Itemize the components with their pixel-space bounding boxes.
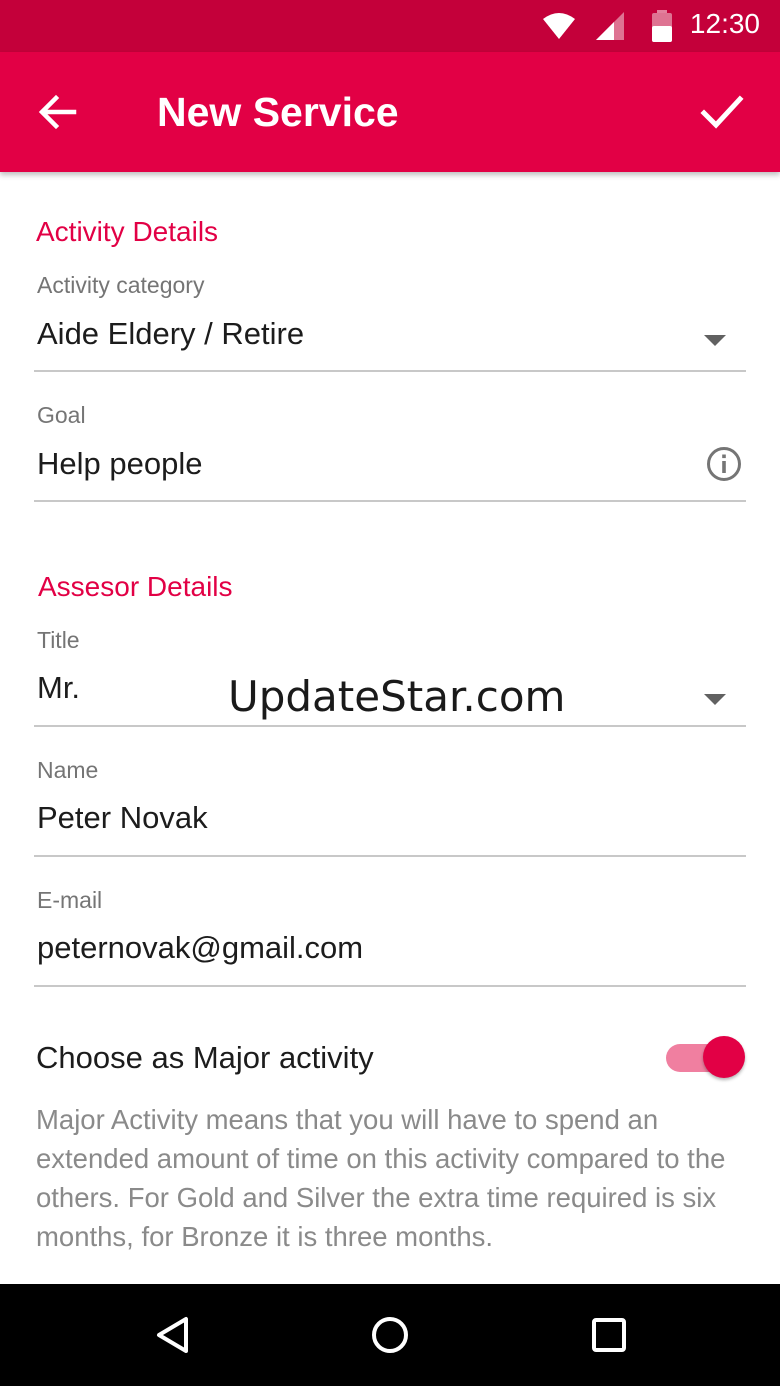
major-activity-label: Choose as Major activity [36,1040,374,1075]
title-label: Title [37,627,80,653]
page-title: New Service [157,89,399,135]
watermark: UpdateStar.com [228,672,566,721]
dropdown-arrow-icon [704,335,726,346]
app-bar: New Service [0,52,780,172]
nav-home-button[interactable] [364,1309,416,1361]
battery-icon [652,10,672,42]
form-content: Activity Details Activity category Aide … [0,172,780,1284]
arrow-back-icon [38,94,77,130]
name-input[interactable] [37,798,677,838]
goal-input[interactable] [37,444,677,484]
wifi-icon [543,13,575,39]
activity-category-label: Activity category [37,272,205,298]
status-time: 12:30 [689,8,760,39]
email-label: E-mail [37,887,103,913]
name-underline [34,855,746,857]
status-bar: 12:30 [0,0,780,52]
save-button[interactable] [690,80,754,144]
info-icon[interactable] [706,446,742,482]
email-input[interactable] [37,928,677,968]
title-underline [34,725,746,727]
signal-icon [596,12,624,40]
section-title-assessor-details: Assesor Details [38,571,233,602]
activity-category-underline [34,370,746,372]
check-icon [700,95,744,129]
major-activity-description: Major Activity means that you will have … [36,1104,726,1252]
nav-back-button[interactable] [147,1309,199,1361]
activity-category-value: Aide Eldery / Retire [37,316,305,351]
goal-underline [34,500,746,502]
nav-recents-button[interactable] [583,1309,635,1361]
goal-label: Goal [37,402,86,428]
switch-thumb[interactable] [703,1036,745,1078]
section-title-activity-details: Activity Details [36,216,219,247]
activity-category-select[interactable]: Aide Eldery / Retire [34,308,746,370]
dropdown-arrow-icon [704,694,726,705]
email-underline [34,985,746,987]
back-button[interactable] [26,80,90,144]
name-label: Name [37,757,99,783]
title-value: Mr. [37,670,81,705]
back-triangle-icon [157,1317,188,1353]
home-circle-icon [372,1317,408,1353]
recents-square-icon [592,1318,626,1352]
navigation-bar [0,1284,780,1386]
